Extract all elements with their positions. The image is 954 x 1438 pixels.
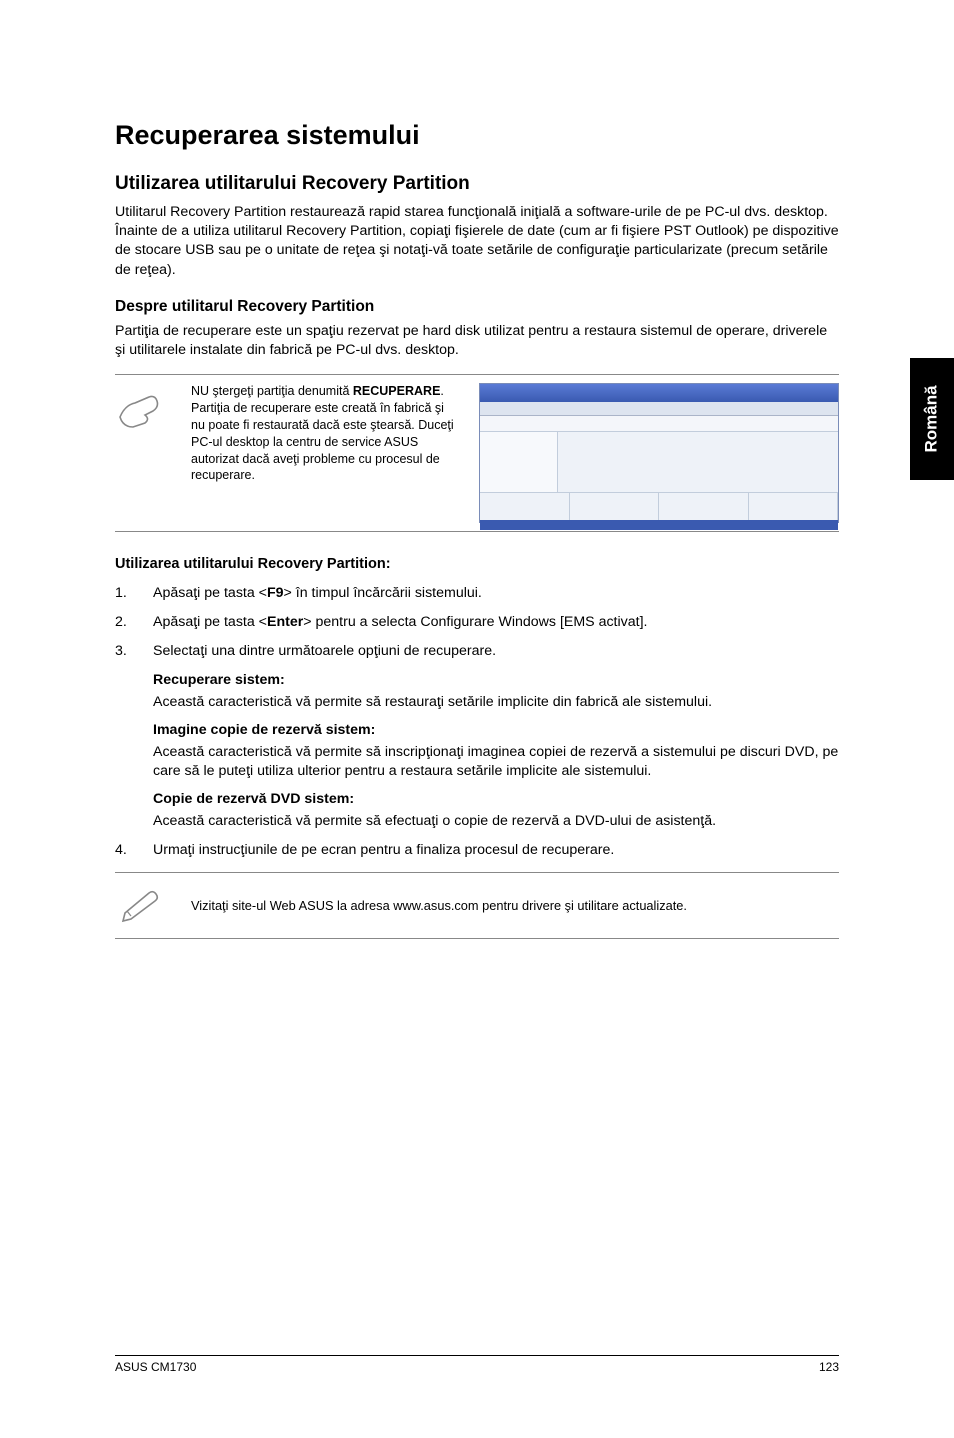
page-footer: ASUS CM1730 123 (115, 1355, 839, 1374)
steps-list-cont: 4. Urmaţi instrucţiunile de pe ecran pen… (115, 841, 839, 860)
intro-paragraph: Utilitarul Recovery Partition restaureaz… (115, 203, 839, 280)
pencil-icon (115, 883, 173, 928)
language-tab: Română (910, 358, 954, 480)
sub-heading: Despre utilitarul Recovery Partition (115, 298, 839, 316)
option-block: Recuperare sistem: Această caracteristic… (115, 672, 839, 832)
hand-pointer-icon (115, 383, 173, 436)
note-text: NU ştergeţi partiţia denumită RECUPERARE… (191, 383, 461, 484)
list-item: 1. Apăsaţi pe tasta <F9> în timpul încăr… (115, 584, 839, 603)
note-block: NU ştergeţi partiţia denumită RECUPERARE… (115, 374, 839, 532)
option-label: Copie de rezervă DVD sistem: (153, 791, 839, 807)
note2-text: Vizitaţi site-ul Web ASUS la adresa www.… (191, 897, 687, 914)
page-title: Recuperarea sistemului (115, 120, 839, 151)
option-desc: Această caracteristică vă permite să efe… (153, 812, 839, 831)
list-item: 3. Selectaţi una dintre următoarele opţi… (115, 642, 839, 661)
section-heading: Utilizarea utilitarului Recovery Partiti… (115, 173, 839, 195)
list-item: 4. Urmaţi instrucţiunile de pe ecran pen… (115, 841, 839, 860)
list-item: 2. Apăsaţi pe tasta <Enter> pentru a sel… (115, 613, 839, 632)
steps-list: 1. Apăsaţi pe tasta <F9> în timpul încăr… (115, 584, 839, 662)
usage-heading: Utilizarea utilitarului Recovery Partiti… (115, 556, 839, 572)
disk-management-screenshot (479, 383, 839, 523)
option-label: Recuperare sistem: (153, 672, 839, 688)
option-desc: Această caracteristică vă permite să res… (153, 693, 839, 712)
option-desc: Această caracteristică vă permite să ins… (153, 743, 839, 781)
option-label: Imagine copie de rezervă sistem: (153, 722, 839, 738)
footer-left: ASUS CM1730 (115, 1360, 196, 1374)
note-block-2: Vizitaţi site-ul Web ASUS la adresa www.… (115, 872, 839, 939)
footer-right: 123 (819, 1360, 839, 1374)
sub-paragraph: Partiţia de recuperare este un spaţiu re… (115, 322, 839, 360)
